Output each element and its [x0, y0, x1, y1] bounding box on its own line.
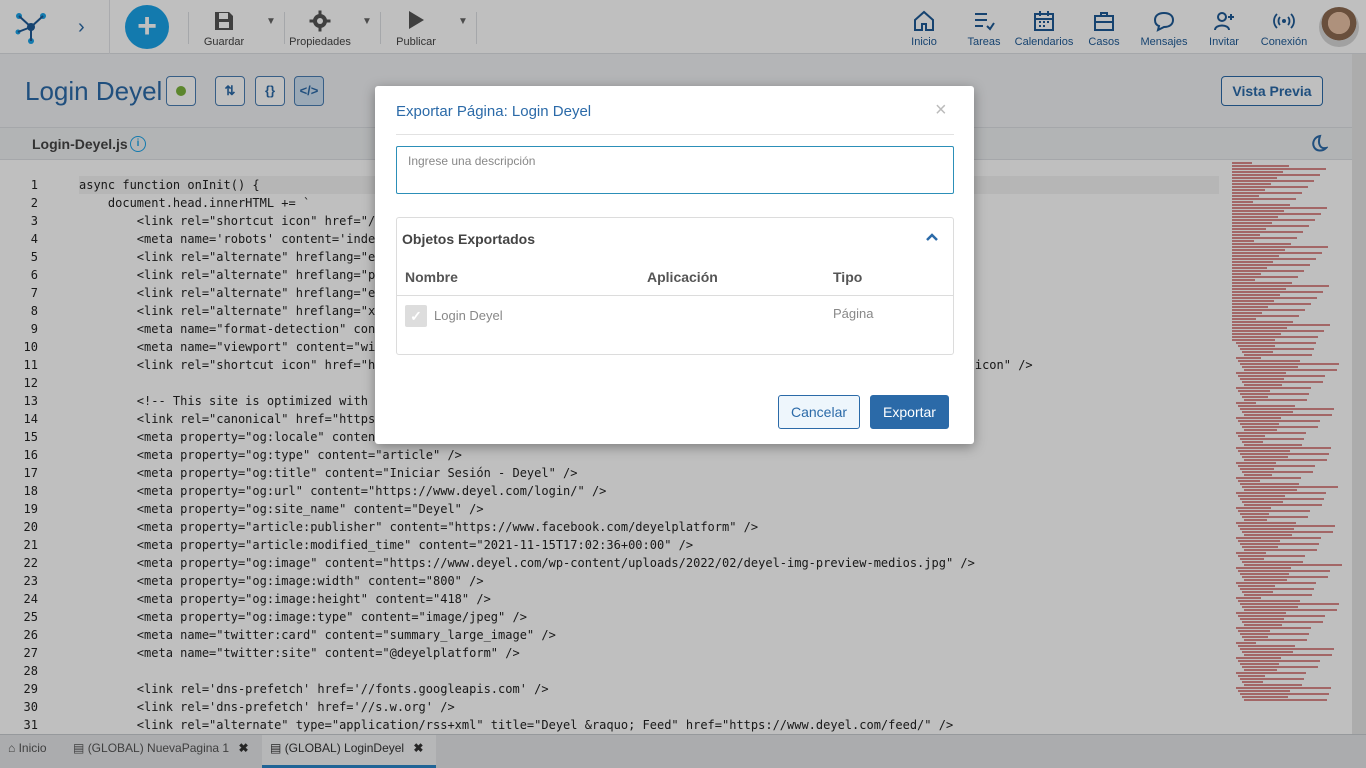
export-button[interactable]: Exportar — [870, 395, 949, 429]
row-checkbox[interactable]: ✓ — [405, 305, 427, 327]
close-icon[interactable]: × — [935, 99, 947, 122]
divider — [397, 295, 953, 296]
description-input[interactable] — [396, 146, 954, 194]
export-dialog: Exportar Página: Login Deyel × Objetos E… — [375, 86, 974, 444]
exported-objects-panel: Objetos Exportados Nombre Aplicación Tip… — [396, 217, 954, 355]
column-header-type: Tipo — [833, 269, 863, 285]
row-type: Página — [833, 306, 874, 321]
column-header-app: Aplicación — [647, 269, 718, 285]
divider — [396, 134, 954, 135]
dialog-title: Exportar Página: Login Deyel — [396, 103, 592, 120]
panel-title: Objetos Exportados — [402, 231, 536, 247]
row-name: Login Deyel — [434, 308, 503, 323]
cancel-button[interactable]: Cancelar — [778, 395, 860, 429]
chevron-up-icon[interactable] — [925, 230, 939, 244]
column-header-name: Nombre — [405, 269, 458, 285]
